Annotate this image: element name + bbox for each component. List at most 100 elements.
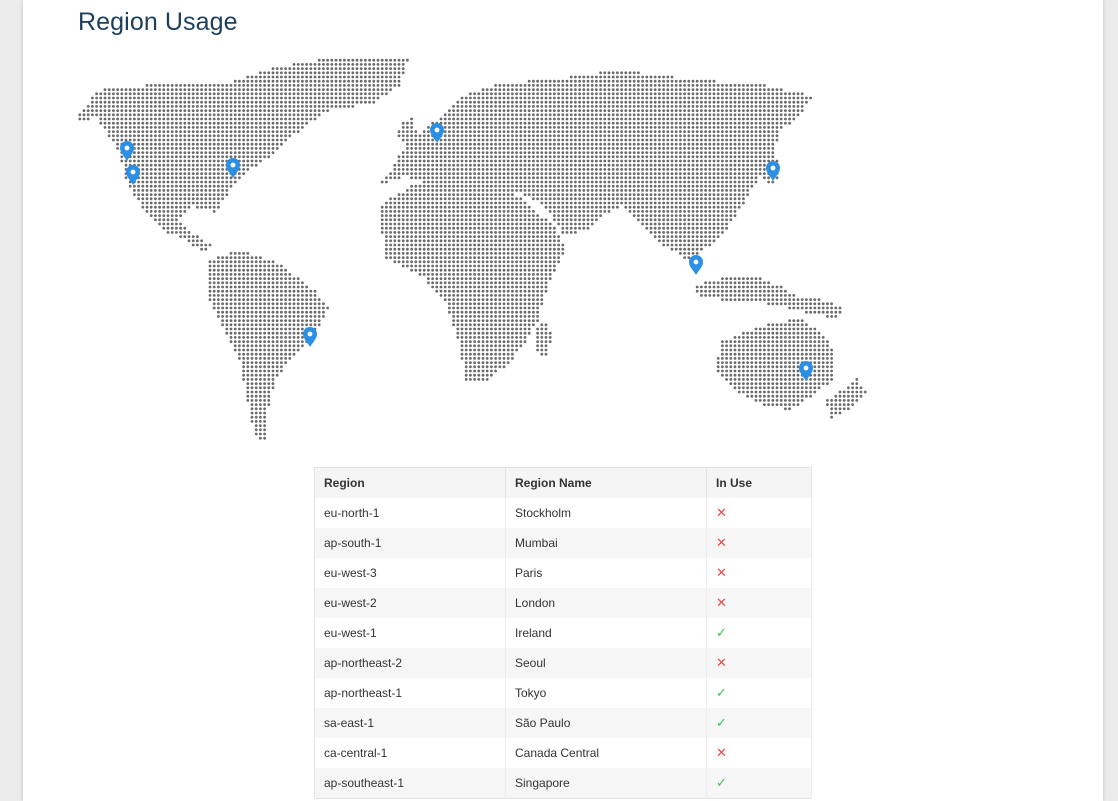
map-dot	[271, 142, 275, 146]
map-dot	[721, 172, 724, 176]
map-dot	[695, 117, 699, 121]
map-dot	[704, 218, 707, 222]
map-dot	[536, 163, 539, 167]
map-dot	[166, 184, 170, 188]
map-dot	[582, 201, 586, 205]
map-dot	[498, 159, 502, 163]
map-dot	[418, 210, 422, 213]
map-dot	[330, 67, 334, 70]
map-dot	[557, 184, 560, 188]
map-dot	[183, 168, 187, 171]
map-dot	[708, 138, 712, 142]
map-dot	[162, 168, 166, 171]
map-dot	[326, 79, 329, 83]
map-dot	[246, 159, 250, 163]
map-dot	[666, 126, 670, 129]
map-dot	[645, 189, 649, 192]
map-dot	[196, 105, 199, 108]
map-dot	[494, 193, 497, 197]
map-dot	[704, 189, 707, 192]
map-dot	[586, 117, 590, 121]
map-dot	[729, 193, 733, 197]
map-dot	[515, 130, 518, 134]
map-dot	[212, 264, 216, 268]
map-dot	[481, 180, 485, 184]
map-dot	[502, 92, 506, 96]
map-dot	[414, 239, 418, 243]
map-dot	[380, 180, 384, 184]
map-dot	[485, 121, 489, 125]
map-dot	[548, 109, 552, 112]
map-dot	[490, 260, 493, 264]
map-dot	[435, 210, 439, 213]
map-dot	[242, 96, 246, 100]
map-dot	[221, 96, 225, 100]
map-dot	[645, 155, 649, 159]
map-dot	[149, 121, 153, 125]
map-dot	[490, 205, 493, 209]
map-dot	[683, 134, 686, 138]
map-dot	[771, 96, 775, 100]
map-dot	[590, 88, 594, 91]
map-dot	[406, 214, 409, 218]
map-dot	[561, 117, 565, 121]
map-dot	[750, 92, 754, 96]
map-dot	[725, 117, 728, 121]
map-dot	[162, 218, 166, 222]
map-dot	[301, 105, 304, 108]
map-dot	[435, 197, 439, 201]
map-dot	[725, 201, 728, 205]
map-dot	[607, 88, 611, 91]
map-dot	[700, 210, 703, 213]
map-dot	[586, 147, 590, 150]
map-dot	[124, 100, 128, 104]
map-dot	[775, 92, 779, 96]
map-dot	[448, 231, 451, 234]
map-dot	[679, 96, 682, 100]
map-dot	[280, 100, 283, 104]
map-dot	[351, 84, 355, 87]
map-dot	[637, 218, 640, 222]
map-dot	[620, 75, 623, 79]
map-dot	[162, 210, 166, 213]
map-dot	[645, 138, 649, 142]
map-dot	[725, 184, 728, 188]
map-dot	[183, 184, 187, 188]
map-dot	[196, 142, 199, 146]
map-dot	[242, 142, 246, 146]
map-dot	[716, 147, 720, 150]
map-dot	[439, 117, 443, 121]
map-dot	[355, 67, 359, 70]
map-dot	[313, 105, 317, 108]
map-dot	[490, 121, 493, 125]
map-dot	[574, 205, 577, 209]
map-dot	[414, 130, 418, 134]
map-dot	[687, 130, 691, 134]
map-dot	[448, 130, 451, 134]
map-dot	[632, 117, 636, 121]
map-dot	[376, 96, 380, 100]
map-dot	[674, 214, 678, 218]
map-dot	[191, 168, 195, 171]
map-dot	[359, 71, 363, 75]
map-dot	[456, 151, 460, 155]
map-dot	[427, 205, 430, 209]
map-dot	[574, 134, 577, 138]
map-dot	[536, 235, 539, 239]
map-dot	[334, 71, 338, 75]
map-dot	[729, 176, 733, 180]
map-dot	[414, 205, 418, 209]
map-dot	[645, 168, 649, 171]
map-dot	[347, 92, 350, 96]
map-dot	[511, 117, 514, 121]
map-dot	[532, 226, 535, 230]
map-dot	[191, 117, 195, 121]
map-dot	[284, 113, 287, 117]
map-dot	[721, 176, 724, 180]
map-dot	[716, 176, 720, 180]
map-dot	[133, 184, 136, 188]
map-dot	[112, 113, 115, 117]
map-dot	[733, 126, 737, 129]
map-dot	[204, 189, 208, 192]
map-dot	[460, 256, 464, 259]
